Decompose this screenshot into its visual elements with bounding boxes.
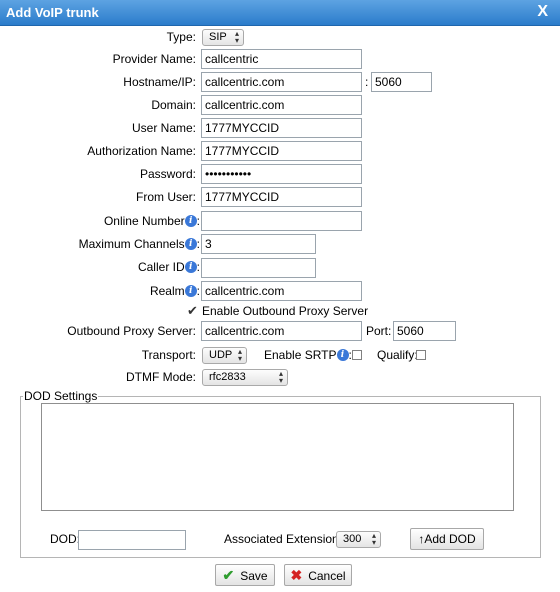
online-number-input[interactable] <box>201 211 362 231</box>
password-input[interactable]: ••••••••••• <box>201 164 362 184</box>
from-user-label: From User: <box>136 190 196 204</box>
associated-extension-value: 300 <box>343 533 362 545</box>
max-channels-label-group: Maximum Channels i: <box>79 234 200 254</box>
domain-label: Domain: <box>151 98 196 112</box>
qualify-checkbox[interactable] <box>416 350 426 360</box>
add-voip-trunk-dialog: Add VoIP trunk X Type: SIP ▴ ▾ Provider N… <box>0 0 560 592</box>
transport-label: Transport: <box>141 348 196 362</box>
dtmf-select-value: rfc2833 <box>209 371 246 383</box>
dialog-titlebar: Add VoIP trunk X <box>0 0 560 26</box>
transport-select-value: UDP <box>209 349 233 361</box>
dtmf-select[interactable]: rfc2833 ▴ ▾ <box>202 369 288 386</box>
select-arrows-icon: ▴ ▾ <box>278 369 283 385</box>
type-select-value: SIP <box>209 31 227 43</box>
realm-input[interactable]: callcentric.com <box>201 281 362 301</box>
save-button[interactable]: ✔ Save <box>215 564 275 586</box>
auth-name-input[interactable]: 1777MYCCID <box>201 141 362 161</box>
dod-settings-legend: DOD Settings <box>23 389 99 403</box>
info-icon[interactable]: i <box>336 349 349 361</box>
info-icon[interactable]: i <box>184 261 197 273</box>
outbound-proxy-toggle-label: Enable Outbound Proxy Server <box>202 304 369 318</box>
max-channels-input[interactable]: 3 <box>201 234 316 254</box>
associated-extension-label: Associated Extension: <box>224 532 343 546</box>
password-label: Password: <box>139 167 196 181</box>
close-icon[interactable]: X <box>537 3 548 21</box>
cancel-x-icon: ✖ <box>290 567 303 583</box>
type-select[interactable]: SIP ▴ ▾ <box>202 29 244 46</box>
user-name-label: User Name: <box>131 121 196 135</box>
select-arrows-icon: ▴ ▾ <box>371 531 376 547</box>
srtp-checkbox[interactable] <box>352 350 362 360</box>
outbound-proxy-checkbox[interactable]: ✔ <box>187 304 198 318</box>
caller-id-input[interactable] <box>201 258 316 278</box>
provider-name-label: Provider Name: <box>112 52 196 66</box>
domain-input[interactable]: callcentric.com <box>201 95 362 115</box>
dialog-title: Add VoIP trunk <box>6 5 99 20</box>
type-label: Type: <box>166 30 196 44</box>
outbound-proxy-input[interactable]: callcentric.com <box>201 321 362 341</box>
realm-label-group: Realm i: <box>150 281 200 301</box>
dod-list-textarea[interactable] <box>41 403 514 511</box>
online-number-colon: : <box>196 214 200 228</box>
save-label: Save <box>240 569 268 583</box>
caller-id-label-group: Caller ID i: <box>138 257 200 277</box>
dod-input[interactable] <box>78 530 186 550</box>
hostname-input[interactable]: callcentric.com <box>201 72 362 92</box>
max-channels-colon: : <box>196 237 200 251</box>
auth-name-label: Authorization Name: <box>87 144 196 158</box>
hostname-port-separator: : <box>365 75 369 89</box>
select-arrows-icon: ▴ ▾ <box>234 29 239 45</box>
caller-id-label: Caller ID <box>137 260 185 274</box>
online-number-label-group: Online Number i: <box>104 211 200 231</box>
transport-select[interactable]: UDP ▴ ▾ <box>202 347 247 364</box>
cancel-label: Cancel <box>308 569 346 583</box>
user-name-input[interactable]: 1777MYCCID <box>201 118 362 138</box>
dod-label: DOD: <box>50 532 80 546</box>
outbound-proxy-label: Outbound Proxy Server: <box>67 324 196 338</box>
srtp-label: Enable SRTP <box>264 348 337 362</box>
associated-extension-select[interactable]: 300 ▴ ▾ <box>336 531 381 548</box>
info-icon[interactable]: i <box>184 215 197 227</box>
cancel-button[interactable]: ✖ Cancel <box>284 564 352 586</box>
hostname-port-input[interactable]: 5060 <box>371 72 432 92</box>
select-arrows-icon: ▴ ▾ <box>237 347 242 363</box>
realm-label: Realm <box>149 284 185 298</box>
online-number-label: Online Number <box>103 214 185 228</box>
save-check-icon: ✔ <box>222 567 235 583</box>
outbound-port-input[interactable]: 5060 <box>393 321 456 341</box>
from-user-input[interactable]: 1777MYCCID <box>201 187 362 207</box>
dtmf-label: DTMF Mode: <box>125 370 196 384</box>
caller-id-colon: : <box>196 260 200 274</box>
provider-name-input[interactable]: callcentric <box>201 49 362 69</box>
srtp-label-group: Enable SRTP i: <box>264 345 352 365</box>
qualify-label: Qualify: <box>377 348 418 362</box>
hostname-label: Hostname/IP: <box>123 75 196 89</box>
info-icon[interactable]: i <box>184 238 197 250</box>
info-icon[interactable]: i <box>184 285 197 297</box>
realm-colon: : <box>196 284 200 298</box>
add-dod-button[interactable]: ↑Add DOD <box>410 528 484 550</box>
max-channels-label: Maximum Channels <box>78 237 185 251</box>
outbound-port-label: Port: <box>366 324 392 338</box>
